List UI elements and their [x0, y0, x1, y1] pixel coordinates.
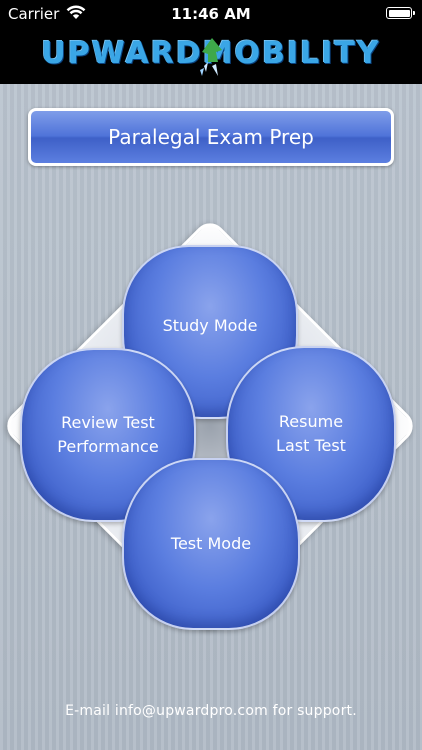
upward-arrow-logo-icon [200, 38, 222, 76]
status-time: 11:46 AM [171, 5, 251, 23]
test-mode-label: Test Mode [170, 534, 252, 553]
support-email-text: E-mail info@upwardpro.com for support. [65, 703, 357, 719]
resume-last-test-label: Resume Last Test [276, 412, 346, 455]
review-test-performance-label: Review Test Performance [57, 413, 159, 456]
app-title-banner: Paralegal Exam Prep [28, 108, 394, 166]
app-header: Carrier 11:46 AM UPWARDMOBILITY [0, 0, 422, 84]
upward-mobility-logo: UPWARDMOBILITY [0, 30, 422, 82]
battery-icon [386, 7, 415, 19]
status-bar: Carrier 11:46 AM [0, 0, 422, 28]
study-mode-label: Study Mode [162, 316, 258, 335]
test-mode-button[interactable]: Test Mode [122, 458, 300, 630]
